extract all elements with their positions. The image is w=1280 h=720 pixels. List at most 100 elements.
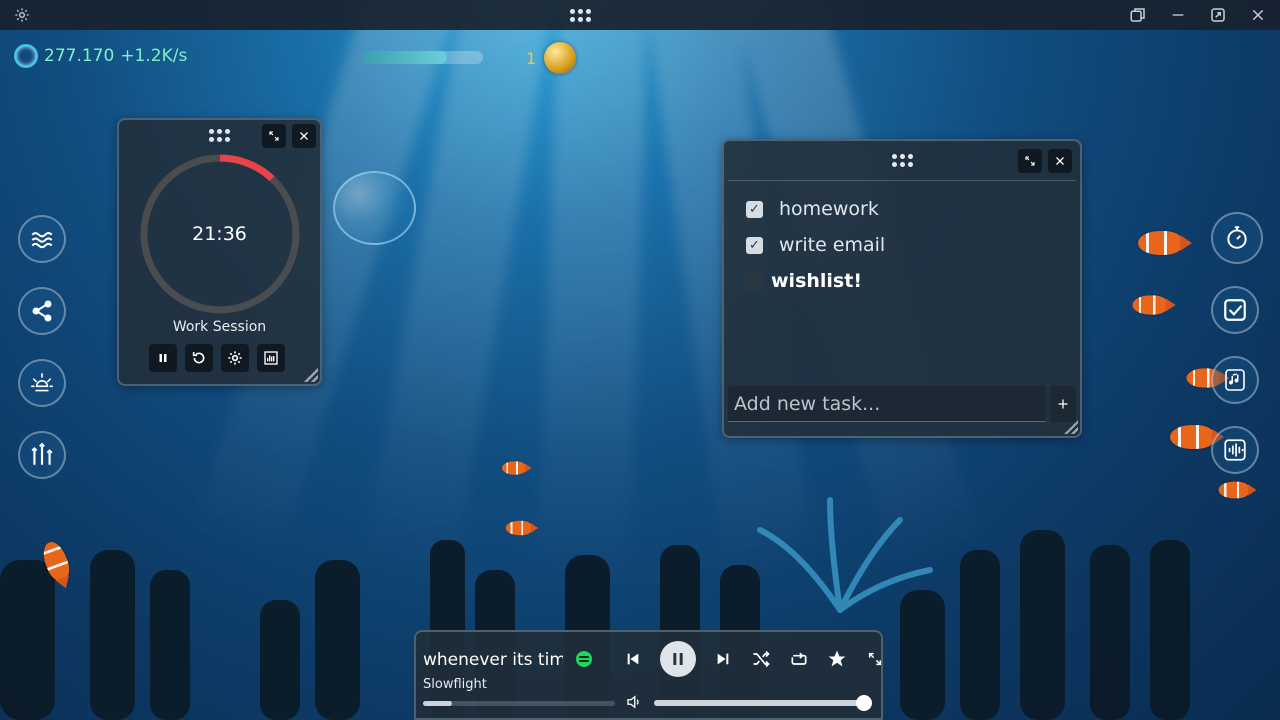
skip-back-icon: [627, 653, 639, 665]
new-task-input[interactable]: [728, 386, 1046, 422]
task-item[interactable]: ✓ write email: [746, 227, 1080, 263]
bubble-icon: [14, 44, 38, 68]
checklist-icon: [1224, 299, 1246, 321]
copy-windows-icon: [1130, 8, 1145, 22]
coin-icon: [544, 42, 577, 74]
play-pause-button[interactable]: [660, 641, 696, 677]
popout-icon: [1025, 156, 1035, 166]
close-button[interactable]: [1244, 1, 1272, 29]
music-player: whenever its time Slowflight: [414, 630, 883, 720]
star-icon: [828, 650, 846, 667]
timer-settings-button[interactable]: [221, 344, 249, 372]
task-list: ✓ homework ✓ write email wishlist!: [724, 181, 1080, 299]
sun-icon: [31, 373, 53, 392]
settings-button[interactable]: [8, 1, 36, 29]
previous-button[interactable]: [622, 648, 644, 670]
gear-icon: [15, 8, 29, 22]
task-label: write email: [779, 234, 886, 256]
coin-count: 1: [526, 48, 537, 68]
pause-icon: [673, 653, 683, 665]
seek-slider[interactable]: [423, 701, 615, 706]
coin-counter: 1: [526, 42, 577, 74]
bubble-counter: 277.170 +1.2K/s: [14, 44, 187, 68]
drag-handle[interactable]: [566, 1, 594, 29]
task-checkbox[interactable]: ✓: [746, 200, 763, 218]
clownfish: [501, 461, 532, 475]
left-toolbar: [18, 215, 66, 479]
task-item[interactable]: ✓ homework: [746, 191, 1080, 227]
sliders-icon: [31, 442, 53, 465]
soundwave-icon: [1224, 439, 1246, 461]
shuffle-icon: [753, 650, 770, 668]
repeat-button[interactable]: [788, 648, 810, 670]
level-progress-bar: [362, 51, 483, 64]
timer-close-button[interactable]: [292, 124, 316, 148]
timer-popout-button[interactable]: [262, 124, 286, 148]
tasks-button[interactable]: [1211, 286, 1259, 334]
task-label: homework: [779, 198, 879, 220]
restore-button[interactable]: [1204, 1, 1232, 29]
resize-handle[interactable]: [1064, 420, 1078, 434]
add-task-button[interactable]: [1050, 386, 1076, 422]
close-icon: [1056, 157, 1064, 165]
volume-slider[interactable]: [654, 695, 872, 711]
session-label: Work Session: [172, 319, 267, 335]
spotify-icon[interactable]: [576, 651, 592, 667]
volume-button[interactable]: [625, 693, 643, 715]
reset-button[interactable]: [185, 344, 213, 372]
share-icon: [32, 300, 52, 322]
timer-button[interactable]: [1211, 212, 1263, 264]
focus-timer-panel: 21:36 Work Session: [117, 118, 322, 386]
popout-icon: [269, 131, 279, 141]
shuffle-button[interactable]: [750, 648, 772, 670]
share-button[interactable]: [18, 287, 66, 335]
minus-icon: [1172, 14, 1184, 16]
stats-button[interactable]: [257, 344, 285, 372]
skip-forward-icon: [717, 653, 729, 665]
grip-dots-icon: [891, 154, 913, 167]
stopwatch-icon: [1227, 226, 1247, 249]
task-checkbox[interactable]: [746, 272, 763, 290]
tasks-panel: ✓ homework ✓ write email wishlist!: [722, 139, 1082, 438]
timer-panel-header[interactable]: [119, 120, 320, 150]
repeat-icon: [791, 652, 807, 665]
floating-bubble[interactable]: [333, 171, 416, 245]
tasks-panel-header[interactable]: [728, 141, 1076, 181]
player-popout-button[interactable]: [864, 648, 886, 670]
tasks-close-button[interactable]: [1048, 149, 1072, 173]
clownfish: [1170, 425, 1224, 449]
pause-button[interactable]: [149, 344, 177, 372]
bubble-count: 277.170: [44, 46, 115, 66]
task-checkbox[interactable]: ✓: [746, 236, 763, 254]
close-icon: [1252, 9, 1264, 21]
favorite-button[interactable]: [826, 648, 848, 670]
minimize-button[interactable]: [1164, 1, 1192, 29]
volume-knob[interactable]: [855, 695, 872, 711]
clownfish: [39, 538, 73, 584]
artist-name: Slowflight: [423, 677, 487, 692]
clownfish: [1218, 481, 1257, 499]
waves-icon: [31, 232, 53, 249]
equalizer-button[interactable]: [18, 431, 66, 479]
title-bar: [0, 0, 1280, 30]
pause-icon: [159, 354, 167, 362]
plus-icon: [1058, 399, 1068, 409]
gear-icon: [228, 351, 242, 365]
bar-chart-icon: [264, 351, 278, 365]
clownfish: [1138, 231, 1192, 255]
light-button[interactable]: [18, 359, 66, 407]
clownfish: [1132, 295, 1176, 315]
popout-icon: [868, 652, 882, 666]
level-progress-fill: [362, 51, 447, 64]
windows-button[interactable]: [1124, 1, 1152, 29]
close-icon: [300, 132, 308, 140]
task-item[interactable]: wishlist!: [746, 263, 1080, 299]
seek-fill: [423, 701, 452, 706]
next-button[interactable]: [712, 648, 734, 670]
waves-button[interactable]: [18, 215, 66, 263]
sounds-button[interactable]: [1211, 426, 1259, 474]
music-button[interactable]: [1211, 356, 1259, 404]
resize-handle[interactable]: [304, 368, 318, 382]
music-note-icon: [1225, 369, 1245, 391]
tasks-popout-button[interactable]: [1018, 149, 1042, 173]
